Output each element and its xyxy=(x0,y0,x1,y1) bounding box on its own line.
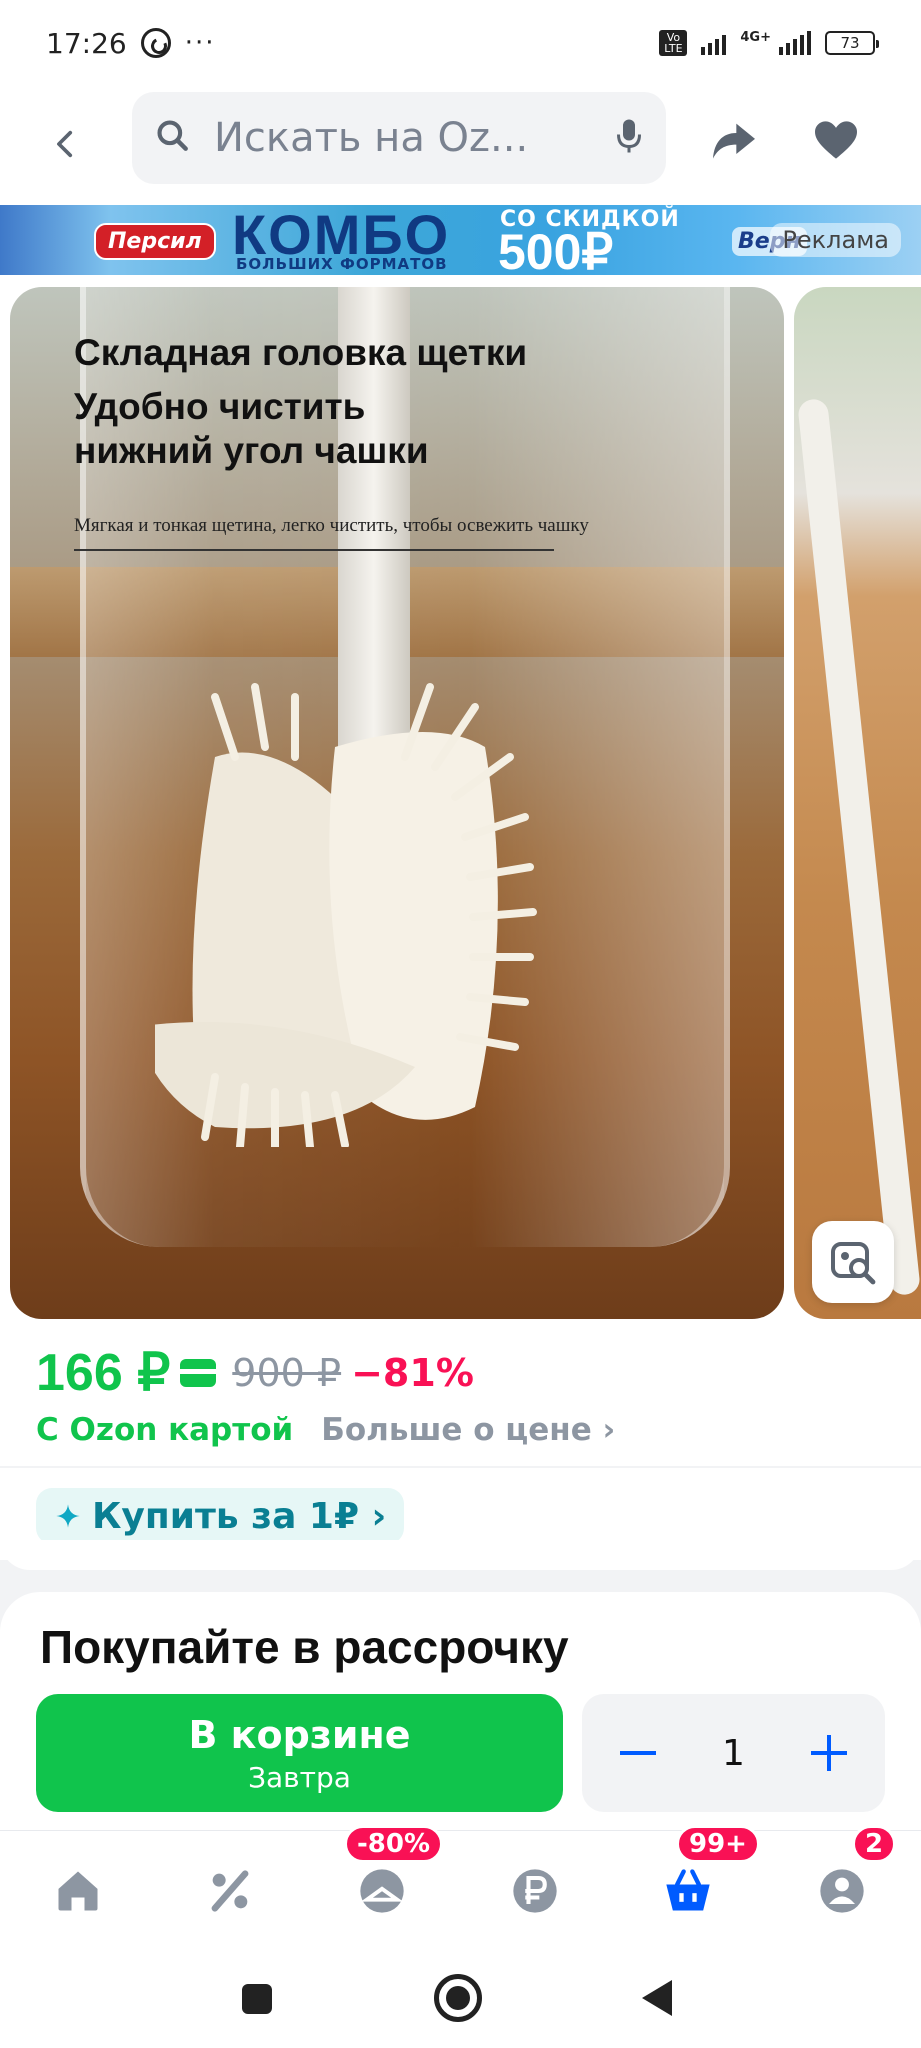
nav-cart-badge: 99+ xyxy=(676,1825,760,1863)
search-input[interactable]: Искать на Oz... xyxy=(132,92,666,184)
heart-icon xyxy=(815,121,857,159)
product-gallery[interactable]: Складная головка щетки Удобно чистить ни… xyxy=(0,283,921,1321)
buy-for-1-label: Купить за 1₽ › xyxy=(92,1495,387,1537)
image-brush-rod xyxy=(797,397,921,1297)
image-search-icon xyxy=(831,1242,876,1285)
volte-icon: Vo LTE xyxy=(659,30,688,56)
price-old: 900 ₽ xyxy=(232,1351,342,1395)
favorite-button[interactable] xyxy=(808,112,864,168)
quantity-stepper: 1 xyxy=(582,1694,885,1812)
divider xyxy=(0,1466,921,1468)
ozon-card-label: С Ozon картой xyxy=(36,1412,294,1448)
whatsapp-icon xyxy=(140,28,171,58)
price-row: 166 ₽ 900 ₽ −81% xyxy=(36,1338,474,1408)
nav-fresh-badge: -80% xyxy=(344,1825,444,1863)
nav-finance[interactable] xyxy=(505,1861,565,1921)
bottom-navigation: -80% 99+ 2 xyxy=(0,1825,921,1942)
image-rule xyxy=(74,549,554,551)
nav-fresh[interactable] xyxy=(352,1861,412,1921)
percent-icon xyxy=(211,1870,249,1912)
profile-icon xyxy=(820,1869,864,1913)
ad-banner[interactable]: Персил КОМБО БОЛЬШИХ ФОРМАТОВ СО СКИДКОЙ… xyxy=(0,205,921,275)
system-back-button[interactable] xyxy=(642,1980,672,2016)
in-cart-button[interactable]: В корзине Завтра xyxy=(36,1694,563,1812)
home-button[interactable] xyxy=(434,1974,482,2022)
back-button[interactable] xyxy=(40,118,92,170)
image-caption: Мягкая и тонкая щетина, легко чистить, ч… xyxy=(74,515,589,536)
ad-subheadline: БОЛЬШИХ ФОРМАТОВ xyxy=(236,255,448,273)
signal-icon-2 xyxy=(779,31,811,55)
more-notifications-icon: ··· xyxy=(184,28,216,58)
chevron-left-icon xyxy=(57,130,73,158)
signal-icon xyxy=(701,31,727,55)
share-button[interactable] xyxy=(706,112,762,168)
image-title: Складная головка щетки xyxy=(74,332,528,373)
nav-discounts[interactable] xyxy=(200,1861,260,1921)
battery-indicator: 73 xyxy=(825,31,879,55)
card-bottom-edge xyxy=(0,1540,921,1570)
status-time: 17:26 xyxy=(46,26,127,60)
search-icon xyxy=(154,117,192,159)
ad-label: Реклама xyxy=(770,223,901,257)
decrease-quantity-button[interactable] xyxy=(618,1733,658,1773)
image-subtitle-2: нижний угол чашки xyxy=(74,430,429,471)
recents-button[interactable] xyxy=(242,1984,272,2014)
installments-title[interactable]: Покупайте в рассрочку xyxy=(40,1620,569,1674)
ozon-card-icon xyxy=(180,1359,217,1387)
ruble-icon xyxy=(513,1869,557,1913)
buy-for-1-button[interactable]: Купить за 1₽ › xyxy=(36,1488,405,1544)
in-cart-label: В корзине xyxy=(188,1712,411,1757)
status-bar: 17:26 ··· Vo LTE 4G+ 73 xyxy=(0,0,921,86)
hanger-icon xyxy=(360,1869,404,1913)
ad-brand-persil: Персил xyxy=(94,223,216,260)
cart-icon xyxy=(666,1869,710,1911)
network-type: 4G+ xyxy=(740,30,771,45)
visual-search-button[interactable] xyxy=(812,1221,894,1303)
system-navigation xyxy=(0,1942,921,2048)
top-header: Искать на Oz... xyxy=(0,86,921,202)
next-product-image[interactable] xyxy=(794,287,921,1319)
sparkle-icon xyxy=(56,1504,80,1528)
home-icon xyxy=(58,1871,98,1911)
image-subtitle-1: Удобно чистить xyxy=(74,386,366,427)
microphone-icon[interactable] xyxy=(614,118,644,158)
card-price-row: С Ozon картой Больше о цене › xyxy=(36,1404,615,1456)
ad-discount: 500₽ xyxy=(498,224,614,275)
more-about-price-link[interactable]: Больше о цене › xyxy=(321,1412,615,1448)
nav-profile-badge: 2 xyxy=(852,1825,897,1863)
nav-profile[interactable] xyxy=(812,1861,872,1921)
price-discount: −81% xyxy=(351,1351,474,1395)
quantity-value: 1 xyxy=(722,1732,745,1774)
price-current: 166 ₽ xyxy=(36,1344,171,1402)
search-placeholder: Искать на Oz... xyxy=(214,115,529,161)
delivery-label: Завтра xyxy=(248,1760,351,1794)
product-image[interactable]: Складная головка щетки Удобно чистить ни… xyxy=(10,287,784,1319)
nav-home[interactable] xyxy=(48,1861,108,1921)
increase-quantity-button[interactable] xyxy=(809,1733,849,1773)
image-brush-head xyxy=(155,683,537,1147)
share-icon xyxy=(713,123,755,159)
nav-cart[interactable] xyxy=(658,1861,718,1921)
